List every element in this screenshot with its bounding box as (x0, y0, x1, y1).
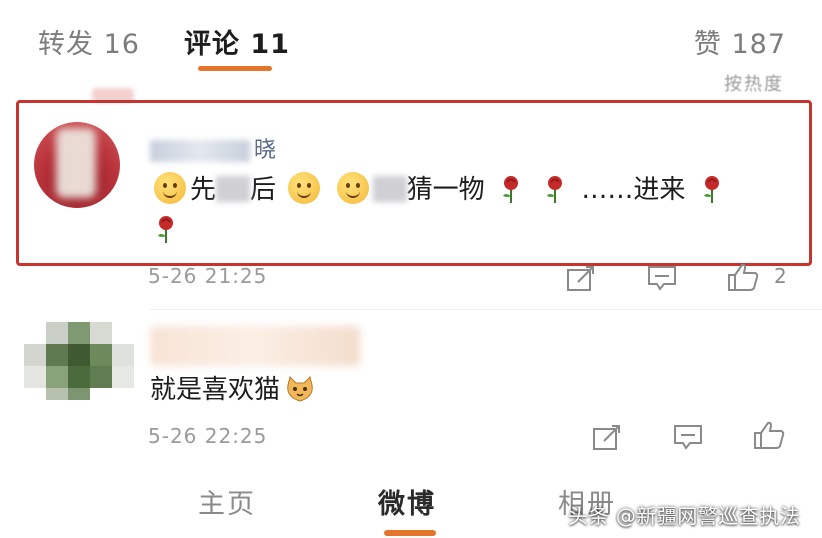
blurred-text (372, 176, 407, 202)
comment-username[interactable] (150, 326, 360, 366)
cat-emoji-icon (287, 376, 313, 402)
like-icon[interactable] (752, 420, 788, 450)
share-icon[interactable] (566, 264, 596, 292)
username-visible: 晓 (254, 138, 277, 163)
avatar[interactable] (34, 122, 120, 208)
rose-emoji-icon (158, 216, 173, 243)
like-count: 2 (774, 264, 787, 288)
comment-text: 就是喜欢猫 (150, 370, 316, 410)
active-tab-indicator (198, 66, 272, 71)
comment-text: 先 后 猜一物 ……进来 (150, 170, 790, 250)
smile-emoji-icon (154, 172, 186, 204)
like-icon[interactable] (726, 262, 762, 292)
comment-icon[interactable] (672, 423, 704, 451)
sort-by-hot[interactable]: 按热度 (724, 70, 784, 96)
username-blur (150, 140, 250, 162)
rose-emoji-icon (502, 176, 518, 203)
comment-text-part: ……进来 (581, 175, 686, 205)
tab-like[interactable]: 赞 187 (694, 22, 786, 61)
avatar[interactable] (24, 322, 134, 400)
share-icon[interactable] (592, 423, 622, 451)
divider (150, 309, 822, 310)
tab-comment[interactable]: 评论 11 (184, 22, 290, 61)
active-nav-indicator (384, 530, 436, 536)
nav-home[interactable]: 主页 (198, 482, 256, 521)
rose-emoji-icon (703, 176, 719, 203)
comment-time: 5-26 22:25 (148, 424, 268, 448)
watermark: 头条 @新疆网警巡查执法 (568, 504, 801, 528)
comment-icon[interactable] (646, 264, 678, 292)
comment-text-part: 后 (250, 175, 277, 205)
comment-text-content: 就是喜欢猫 (150, 375, 281, 405)
nav-weibo[interactable]: 微博 (378, 482, 436, 521)
comment-tabs: 转发 16 评论 11 赞 187 按热度 (0, 0, 822, 95)
comment-username[interactable]: 新 晓 (150, 132, 276, 164)
smile-emoji-icon (288, 172, 321, 204)
comment-text-part: 先 (190, 175, 217, 205)
comment-text-part: 猜一物 (406, 175, 485, 205)
tab-repost[interactable]: 转发 16 (38, 22, 140, 61)
blurred-text (216, 176, 251, 202)
rose-emoji-icon (547, 176, 563, 203)
smile-emoji-icon (336, 172, 369, 204)
comment-time: 5-26 21:25 (148, 264, 268, 288)
